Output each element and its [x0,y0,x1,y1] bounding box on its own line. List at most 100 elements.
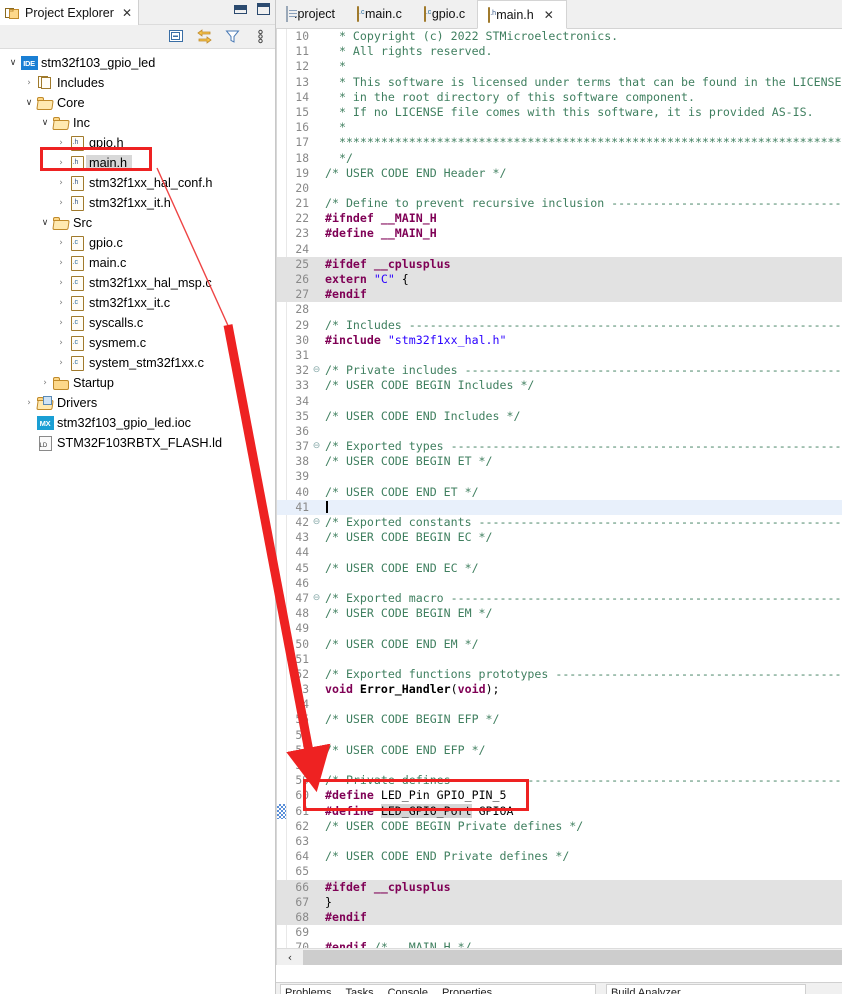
code-line[interactable]: 42 ⊖/* Exported constants ---------------… [277,515,842,530]
code-line[interactable]: 43 /* USER CODE BEGIN EC */ [277,530,842,545]
scroll-left-icon[interactable]: ‹ [277,951,303,964]
horizontal-scrollbar[interactable]: ‹ [277,948,842,965]
code-lines[interactable]: 10 * Copyright (c) 2022 STMicroelectroni… [277,29,842,965]
code-line[interactable]: 47 ⊖/* Exported macro -------------------… [277,591,842,606]
code-line[interactable]: 66 #ifdef __cplusplus [277,879,842,895]
code-line[interactable]: 33 /* USER CODE BEGIN Includes */ [277,378,842,393]
code-line[interactable]: 46 [277,576,842,591]
code-line[interactable]: 60 #define LED_Pin GPIO_PIN_5 [277,788,842,803]
chevron-down-icon[interactable]: ∨ [38,118,52,128]
code-editor[interactable]: 10 * Copyright (c) 2022 STMicroelectroni… [276,29,842,965]
code-line[interactable]: 64 /* USER CODE END Private defines */ [277,849,842,864]
code-line[interactable]: 16 * [277,120,842,135]
code-line[interactable]: 62 /* USER CODE BEGIN Private defines */ [277,819,842,834]
code-line[interactable]: 67} [277,894,842,910]
chevron-right-icon[interactable]: › [54,298,68,308]
code-line[interactable]: 52 /* Exported functions prototypes -----… [277,667,842,682]
tree-item-drivers[interactable]: › Drivers [0,393,275,413]
tree-item-includes[interactable]: › Includes [0,73,275,93]
code-line[interactable]: 65 [277,864,842,879]
code-line[interactable]: 14 * in the root directory of this softw… [277,90,842,105]
bottom-tab-tasks[interactable]: Tasks [345,987,373,994]
tree-item-stm32f1xx-hal-msp-c[interactable]: › .c stm32f1xx_hal_msp.c [0,273,275,293]
code-line[interactable]: 17 *************************************… [277,135,842,150]
code-line[interactable]: 32 ⊖/* Private includes -----------------… [277,363,842,378]
project-tree[interactable]: ∨ IDE stm32f103_gpio_led › Includes ∨ Core ∨ Inc… [0,49,275,453]
code-line[interactable]: 30 #include "stm32f1xx_hal.h" [277,333,842,348]
editor-tab-gpio-c[interactable]: .c gpio.c [413,0,478,28]
tree-item-stm32f103-gpio-led[interactable]: ∨ IDE stm32f103_gpio_led [0,53,275,73]
code-line[interactable]: 15 * If no LICENSE file comes with this … [277,105,842,120]
chevron-down-icon[interactable]: ∨ [38,218,52,228]
tree-item-stm32f1xx-it-c[interactable]: › .c stm32f1xx_it.c [0,293,275,313]
chevron-down-icon[interactable]: ∨ [22,98,36,108]
fold-collapse-icon[interactable]: ⊖ [311,439,322,454]
code-line[interactable]: 68 #endif [277,909,842,926]
code-line[interactable]: 27 #endif [277,287,842,303]
chevron-right-icon[interactable]: › [54,318,68,328]
fold-collapse-icon[interactable]: ⊖ [311,591,322,606]
minimize-icon[interactable] [234,4,247,14]
tree-item-stm32f1xx-hal-conf-h[interactable]: › .h stm32f1xx_hal_conf.h [0,173,275,193]
code-line[interactable]: 24 [277,242,842,257]
bottom-tab-build-analyzer[interactable]: Build Analyzer [611,987,681,994]
code-line[interactable]: 41 [277,499,842,515]
code-line[interactable]: 28 [277,302,842,317]
code-line[interactable]: 51 [277,652,842,667]
code-line[interactable]: 44 [277,545,842,560]
code-line[interactable]: 55 /* USER CODE BEGIN EFP */ [277,712,842,727]
code-line[interactable]: 23 #define __MAIN_H [277,226,842,241]
code-line[interactable]: 50 /* USER CODE END EM */ [277,637,842,652]
code-line[interactable]: 22 #ifndef __MAIN_H [277,211,842,226]
code-line[interactable]: 26 extern "C" { [277,272,842,288]
code-line[interactable]: 11 * All rights reserved. [277,44,842,59]
tree-item-inc[interactable]: ∨ Inc [0,113,275,133]
code-line[interactable]: 48 /* USER CODE BEGIN EM */ [277,606,842,621]
code-line[interactable]: 49 [277,621,842,636]
chevron-right-icon[interactable]: › [22,78,36,88]
editor-tab-main-h[interactable]: .h main.h ✕ [477,0,567,29]
chevron-down-icon[interactable]: ∨ [6,58,20,68]
bottom-tab-properties[interactable]: Properties [442,987,492,994]
code-line[interactable]: 10 * Copyright (c) 2022 STMicroelectroni… [277,29,842,44]
code-line[interactable]: 36 [277,424,842,439]
tree-item-gpio-c[interactable]: › .c gpio.c [0,233,275,253]
tree-item-stm32f103rbtx-flash-ld[interactable]: LD STM32F103RBTX_FLASH.ld [0,433,275,453]
chevron-right-icon[interactable]: › [22,398,36,408]
fold-collapse-icon[interactable]: ⊖ [311,515,322,530]
chevron-right-icon[interactable]: › [54,238,68,248]
chevron-right-icon[interactable]: › [54,278,68,288]
code-line[interactable]: 61 #define LED_GPIO_Port GPIOA [277,803,842,819]
code-line[interactable]: 57 /* USER CODE END EFP */ [277,743,842,758]
scrollbar-thumb[interactable] [303,949,842,965]
code-line[interactable]: 38 /* USER CODE BEGIN ET */ [277,454,842,469]
collapse-all-icon[interactable] [168,28,185,45]
code-line[interactable]: 19 /* USER CODE END Header */ [277,166,842,181]
bottom-tab-problems[interactable]: Problems [285,987,331,994]
tree-item-main-h[interactable]: › .h main.h [0,153,275,173]
tree-item-main-c[interactable]: › .c main.c [0,253,275,273]
code-line[interactable]: 58 [277,758,842,773]
project-explorer-tab[interactable]: Project Explorer ✕ [0,0,139,25]
tree-item-startup[interactable]: › Startup [0,373,275,393]
tree-item-stm32f1xx-it-h[interactable]: › .h stm32f1xx_it.h [0,193,275,213]
code-line[interactable]: 21 /* Define to prevent recursive inclusi… [277,196,842,211]
tree-item-core[interactable]: ∨ Core [0,93,275,113]
fold-collapse-icon[interactable]: ⊖ [311,363,322,378]
tree-item-system-stm32f1xx-c[interactable]: › .c system_stm32f1xx.c [0,353,275,373]
tree-item-sysmem-c[interactable]: › .c sysmem.c [0,333,275,353]
view-menu-icon[interactable] [252,28,269,45]
bottom-view-group-left[interactable]: Problems Tasks Console Properties [280,984,596,994]
code-line[interactable]: 59 /* Private defines -------------------… [277,773,842,788]
close-icon[interactable]: ✕ [122,7,132,19]
editor-tab--project[interactable]: .project [276,0,347,28]
chevron-right-icon[interactable]: › [54,158,68,168]
chevron-right-icon[interactable]: › [54,178,68,188]
code-line[interactable]: 56 [277,728,842,743]
editor-tab-main-c[interactable]: .c main.c [347,0,414,28]
code-line[interactable]: 53 void Error_Handler(void); [277,682,842,697]
filter-funnel-icon[interactable] [224,28,241,45]
chevron-right-icon[interactable]: › [38,378,52,388]
chevron-right-icon[interactable]: › [54,198,68,208]
chevron-right-icon[interactable]: › [54,138,68,148]
